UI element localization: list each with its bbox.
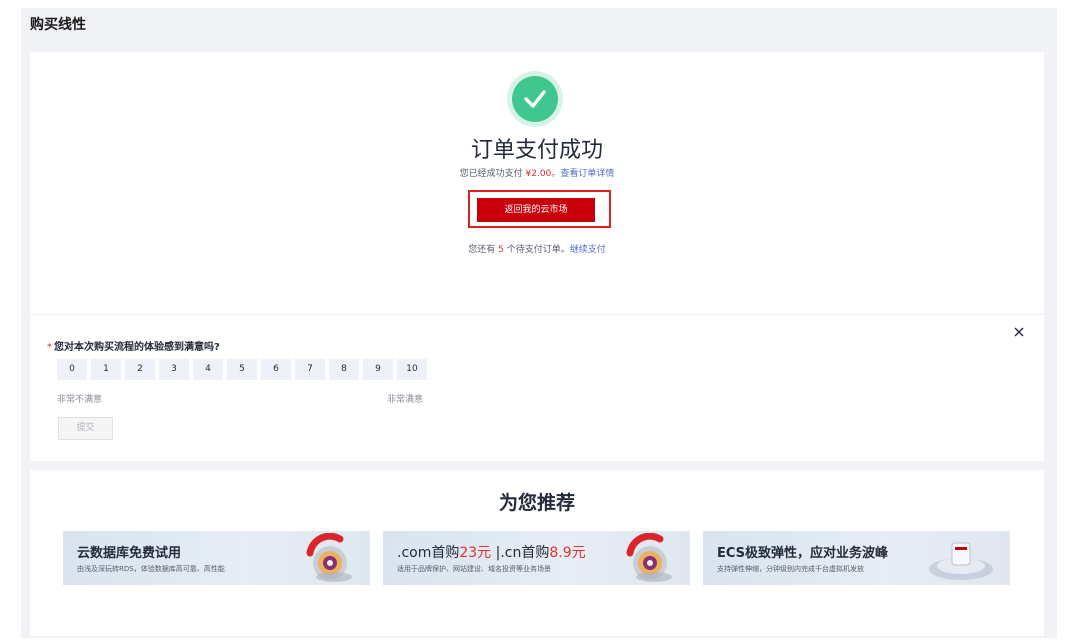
score-option[interactable]: 5 — [227, 359, 257, 380]
score-option[interactable]: 0 — [57, 359, 87, 380]
banner-ecs-elastic[interactable]: ECS极致弹性，应对业务波峰 支持弹性伸缩，分钟级别内完成千台虚拟机发放 — [703, 531, 1010, 585]
score-option[interactable]: 10 — [397, 359, 427, 380]
score-option[interactable]: 6 — [261, 359, 291, 380]
score-option[interactable]: 4 — [193, 359, 223, 380]
score-option[interactable]: 9 — [363, 359, 393, 380]
required-mark: * — [47, 342, 52, 353]
banner-domain-offer[interactable]: .com首购23元 |.cn首购8.9元 适用于品牌保护、网站建设、域名投资等业… — [383, 531, 690, 585]
disc-graphic-icon — [300, 532, 356, 585]
page-container: 购买线性 订单支付成功 您已经成功支付 ¥2.00。查看订单详情 返回我的云市场… — [21, 8, 1057, 638]
submit-button[interactable]: 提交 — [58, 417, 113, 440]
banner-title-part: .com首购 — [397, 545, 460, 561]
pending-orders-line: 您还有 5 个待支付订单。继续支付 — [30, 242, 1044, 255]
disc-graphic-icon — [620, 532, 676, 585]
score-option[interactable]: 3 — [159, 359, 189, 380]
banner-subtitle: 由浅及深玩转RDS，体验数据库高可靠、高性能 — [77, 565, 225, 573]
pending-prefix: 您还有 — [468, 245, 499, 255]
score-selector: 0 1 2 3 4 5 6 7 8 9 10 — [57, 359, 427, 380]
banner-title: 云数据库免费试用 — [77, 546, 182, 561]
banner-title: ECS极致弹性，应对业务波峰 — [717, 546, 889, 561]
scale-low-label: 非常不满意 — [57, 395, 103, 405]
recommend-title: 为您推荐 — [498, 492, 575, 514]
survey-question-text: 您对本次购买流程的体验感到满意吗? — [54, 342, 220, 353]
success-check-icon — [512, 76, 558, 122]
return-to-marketplace-button[interactable]: 返回我的云市场 — [477, 198, 595, 222]
scale-high-label: 非常满意 — [387, 395, 424, 405]
continue-payment-link[interactable]: 继续支付 — [570, 245, 606, 255]
paid-amount-line: 您已经成功支付 ¥2.00。查看订单详情 — [30, 166, 1044, 179]
score-option[interactable]: 2 — [125, 359, 155, 380]
score-option[interactable]: 7 — [295, 359, 325, 380]
server-platform-icon — [926, 533, 996, 585]
banner-subtitle: 适用于品牌保护、网站建设、域名投资等业务场景 — [397, 565, 551, 573]
divider — [30, 314, 1044, 315]
close-icon[interactable] — [1011, 324, 1027, 340]
banner-price: 23元 — [459, 545, 492, 561]
banner-title-part: |.cn首购 — [491, 545, 550, 561]
page-title: 购买线性 — [30, 17, 86, 33]
score-option[interactable]: 1 — [91, 359, 121, 380]
success-title: 订单支付成功 — [470, 138, 603, 163]
result-card: 订单支付成功 您已经成功支付 ¥2.00。查看订单详情 返回我的云市场 您还有 … — [30, 52, 1044, 461]
banner-rds-trial[interactable]: 云数据库免费试用 由浅及深玩转RDS，体验数据库高可靠、高性能 — [63, 531, 370, 585]
banner-title: .com首购23元 |.cn首购8.9元 — [397, 542, 586, 562]
recommendation-card: 为您推荐 云数据库免费试用 由浅及深玩转RDS，体验数据库高可靠、高性能 .co… — [30, 470, 1044, 636]
pending-suffix: 个待支付订单。 — [503, 245, 570, 255]
paid-separator: 。 — [551, 169, 561, 179]
banner-subtitle: 支持弹性伸缩，分钟级别内完成千台虚拟机发放 — [717, 565, 864, 573]
survey-question: * 您对本次购买流程的体验感到满意吗? — [47, 338, 220, 353]
paid-amount: ¥2.00 — [525, 169, 552, 179]
banner-price: 8.9元 — [549, 545, 586, 561]
score-option[interactable]: 8 — [329, 359, 359, 380]
paid-prefix: 您已经成功支付 — [459, 169, 526, 179]
view-order-detail-link[interactable]: 查看订单详情 — [560, 169, 614, 179]
